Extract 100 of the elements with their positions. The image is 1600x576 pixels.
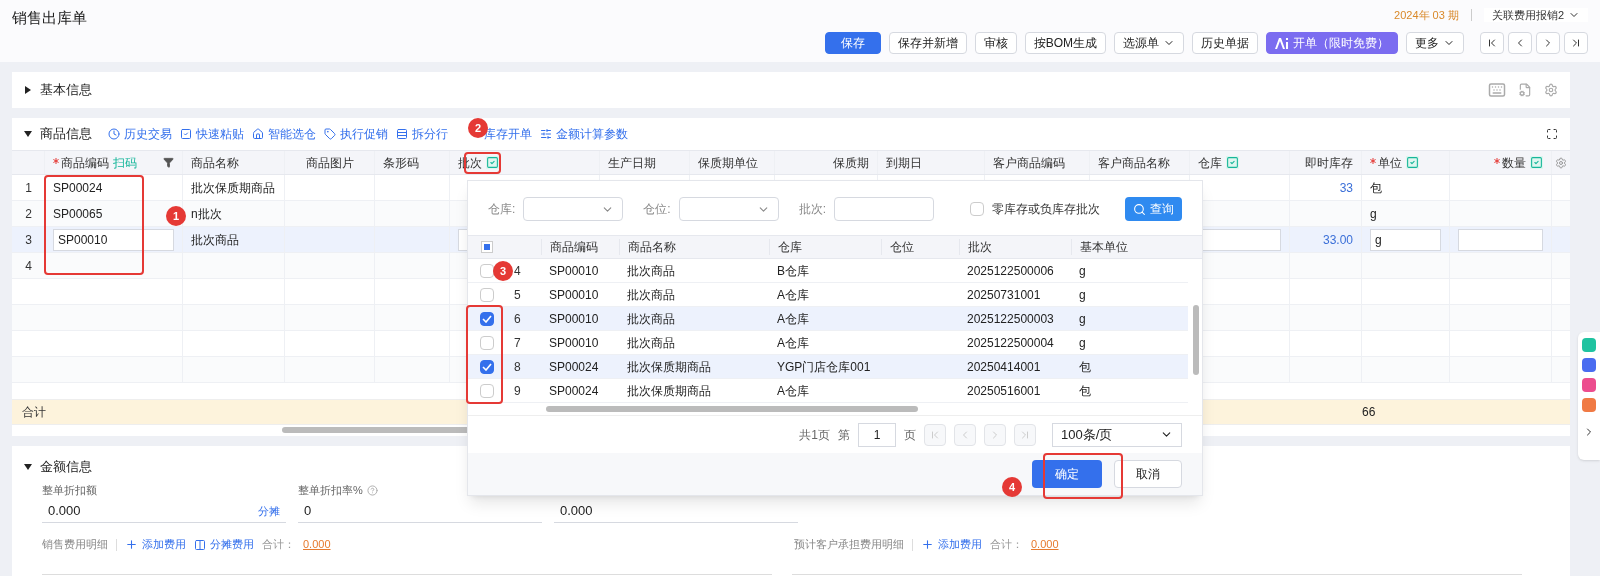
checkbox-icon[interactable] (486, 156, 499, 169)
column-header: 商品名称 (619, 239, 769, 255)
column-header: 批次 (959, 239, 1071, 255)
record-nav-button[interactable] (1480, 32, 1504, 54)
row-number: 3 (25, 231, 32, 248)
toolbar-button[interactable]: 选源单 (1114, 32, 1184, 54)
settings-icon[interactable] (1555, 156, 1567, 169)
checkbox-icon (180, 128, 192, 140)
input-field[interactable] (834, 197, 935, 221)
table-cell-text: g (1078, 334, 1087, 351)
collapse-caret-icon[interactable] (24, 462, 32, 471)
expense-label: 销售费用明细 (42, 537, 108, 552)
input-field[interactable] (1458, 228, 1543, 251)
scrollbar-thumb[interactable] (546, 406, 918, 412)
page-count: 共1页 (799, 426, 830, 443)
toolbar-link[interactable]: 智能选仓 (252, 126, 316, 142)
row-checkbox[interactable] (480, 359, 494, 374)
row-checkbox[interactable] (480, 263, 494, 278)
expense-link[interactable]: 分摊费用 (194, 537, 254, 552)
expand-caret-icon[interactable] (24, 86, 32, 94)
toolbar-button[interactable]: 开单（限时免费） (1266, 32, 1398, 54)
scrollbar-thumb[interactable] (1193, 305, 1199, 375)
page-input[interactable]: 1 (858, 422, 896, 447)
checkbox-icon[interactable] (1530, 156, 1543, 169)
checkbox[interactable] (970, 202, 985, 216)
row-number: 8 (513, 358, 522, 375)
allocate-link[interactable]: 分摊 (258, 503, 280, 519)
toolbar-link[interactable]: 历史交易 (108, 126, 172, 142)
row-checkbox[interactable] (480, 287, 494, 302)
file-settings-icon[interactable] (1518, 83, 1532, 97)
page-suffix: 页 (904, 426, 916, 443)
settings-icon[interactable] (1544, 83, 1558, 97)
collapse-caret-icon[interactable] (24, 130, 32, 138)
filter-label: 仓位: (643, 201, 671, 217)
table-cell-text: A仓库 (776, 334, 810, 351)
toolbar-button[interactable]: 历史单据 (1192, 32, 1258, 54)
table-cell: 33.00 (1322, 231, 1353, 248)
record-nav-button[interactable] (1564, 32, 1588, 54)
table-cell-text: 批次商品 (626, 310, 676, 327)
table-cell-text: 2025122500003 (966, 310, 1055, 327)
column-header: 到期日 (886, 154, 922, 171)
toolbar-button[interactable]: 保存 (824, 32, 881, 54)
column-header: 商品名称 (191, 154, 239, 171)
checkbox-icon[interactable] (1226, 156, 1239, 169)
row-checkbox[interactable] (480, 383, 494, 398)
select-all-checkbox[interactable] (481, 241, 493, 253)
checkbox-icon[interactable] (1406, 156, 1419, 169)
toolbar-button[interactable]: 审核 (974, 32, 1017, 54)
amount-field[interactable]: 0.000 分摊 (42, 499, 286, 524)
column-header: 条形码 (383, 154, 419, 171)
toolbar-button[interactable]: 按BOM生成 (1024, 32, 1106, 54)
row-checkbox[interactable] (480, 335, 494, 350)
input-field[interactable]: g (1370, 228, 1441, 251)
table-cell-text: YGP门店仓库001 (776, 358, 872, 375)
toolbar-link[interactable]: 金额计算参数 (540, 126, 628, 142)
table-cell-text: 批次商品 (626, 334, 676, 351)
table-cell: g (1370, 205, 1377, 222)
amount-field[interactable]: 0 (298, 499, 542, 524)
column-header: 客户商品编码 (993, 154, 1065, 171)
toolbar-button[interactable]: 更多 (1406, 32, 1464, 54)
total-link[interactable]: 0.000 (303, 537, 331, 552)
table-cell-text: g (1078, 310, 1087, 327)
toolbar-link[interactable]: 快速粘贴 (180, 126, 244, 142)
scan-link[interactable]: 扫码 (113, 154, 137, 171)
page-size-select[interactable]: 100条/页 (1052, 422, 1182, 447)
row-checkbox[interactable] (480, 311, 494, 326)
keyboard-icon[interactable] (1488, 81, 1506, 99)
column-header: 商品编码 (61, 154, 109, 171)
expense-link[interactable]: 添加费用 (125, 537, 186, 552)
page-title: 销售出库单 (12, 8, 87, 28)
column-header: 生产日期 (608, 154, 656, 171)
select-field[interactable] (678, 197, 779, 221)
table-cell: SP00065 (53, 205, 103, 222)
select-field[interactable] (523, 197, 624, 221)
report-dropdown[interactable]: 关联费用报销2 (1483, 7, 1588, 23)
toolbar-link[interactable]: 执行促销 (324, 126, 388, 142)
column-header: 保质期 (833, 154, 869, 171)
table-cell: 批次商品 (191, 231, 239, 248)
confirm-button[interactable]: 确定 (1032, 460, 1102, 488)
field-label: 整单折扣额 (42, 483, 97, 498)
expense-label: 预计客户承担费用明细 (794, 537, 904, 552)
query-button[interactable]: 查询 (1125, 197, 1182, 221)
amount-field[interactable]: 0.000 (554, 499, 798, 524)
clock-icon (108, 128, 120, 140)
fullscreen-icon[interactable] (1546, 128, 1558, 140)
row-number: 6 (513, 310, 522, 327)
record-nav-button[interactable] (1508, 32, 1532, 54)
total-link[interactable]: 0.000 (1031, 537, 1059, 552)
required-icon (1494, 157, 1500, 164)
expense-link[interactable]: 添加费用 (921, 537, 982, 552)
input-field[interactable]: SP00010 (53, 228, 174, 251)
toolbar-link[interactable]: 拆分行 (396, 126, 448, 142)
record-nav-button[interactable] (1536, 32, 1560, 54)
section-title: 基本信息 (40, 81, 92, 99)
cancel-button[interactable]: 取消 (1114, 460, 1182, 488)
toolbar-button[interactable]: 保存并新增 (888, 32, 967, 54)
stock-total: 66 (1362, 404, 1376, 420)
filter-icon[interactable] (163, 157, 174, 168)
period-label: 2024年 03 期 (1394, 7, 1459, 23)
column-header: 即时库存 (1305, 154, 1353, 171)
